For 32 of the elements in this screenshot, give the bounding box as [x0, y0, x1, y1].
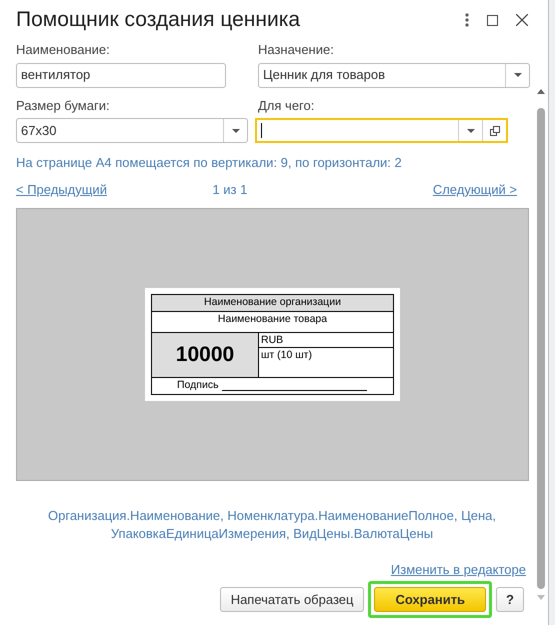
maximize-icon[interactable]	[487, 14, 498, 26]
save-button[interactable]: Сохранить	[374, 587, 486, 612]
more-icon[interactable]	[465, 13, 469, 27]
signature-label: Подпись	[177, 378, 219, 394]
previous-link[interactable]: < Предыдущий	[16, 180, 107, 199]
combo-field[interactable]: 67x30	[16, 118, 248, 143]
unit-cell-text: шт (10 шт)	[260, 348, 313, 363]
page-info-text: На странице А4 помещается по вертикали: 9, по горизонтали: 2	[16, 154, 403, 172]
open-icon[interactable]	[490, 126, 500, 136]
template-fields-text: Организация.Наименование, Номенклатура.НаименованиеПолное, Цена, УпаковкаЕдиницаИзмерения, ВидЦены.ВалютаЦены	[47, 507, 497, 542]
dropdown-icon[interactable]	[514, 73, 522, 77]
next-link[interactable]: Следующий >	[432, 180, 517, 199]
close-icon[interactable]	[516, 14, 528, 26]
print-sample-button[interactable]: Напечатать образец	[220, 587, 364, 612]
window-title: Помощник создания ценника	[16, 7, 300, 34]
field-label: Наименование:	[16, 41, 111, 59]
combo-field[interactable]	[255, 118, 508, 143]
dropdown-icon[interactable]	[466, 128, 474, 132]
dropdown-icon[interactable]	[232, 128, 240, 132]
help-button[interactable]: ?	[496, 587, 524, 612]
edit-in-editor-link[interactable]: Изменить в редакторе	[390, 562, 526, 576]
combo-field[interactable]: Ценник для товаров	[258, 62, 530, 88]
organization-cell: Наименование организации	[152, 295, 393, 312]
field-label: Для чего:	[258, 96, 316, 115]
field-label: Назначение:	[258, 41, 335, 59]
field-label: Размер бумаги:	[16, 96, 111, 115]
currency-cell: RUB	[259, 332, 393, 348]
price-cell: 10000	[152, 332, 259, 377]
scroll-up-icon[interactable]	[537, 88, 545, 94]
page-position: 1 из 1	[212, 180, 248, 198]
text-field[interactable]: вентилятор	[16, 62, 226, 88]
scrollbar-thumb[interactable]	[537, 108, 545, 589]
